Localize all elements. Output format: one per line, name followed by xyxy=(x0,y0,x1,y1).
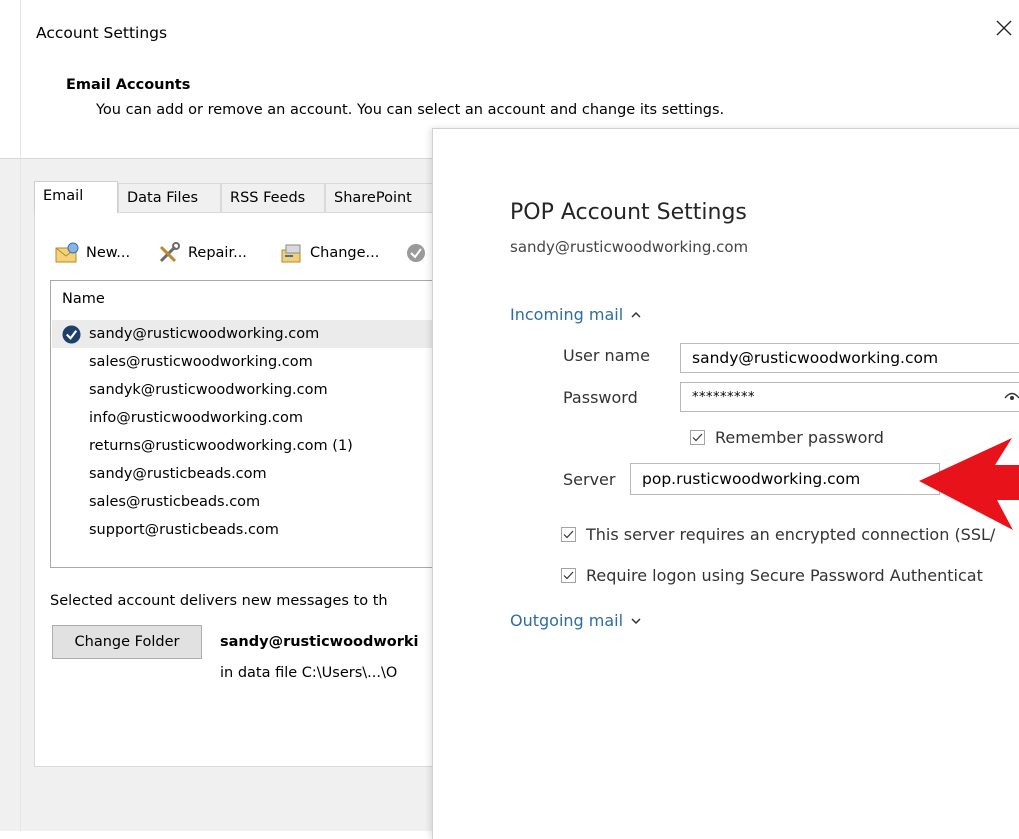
section-description: You can add or remove an account. You ca… xyxy=(96,102,725,118)
dialog-title: Account Settings xyxy=(36,24,168,42)
account-email: sandyk@rusticwoodworking.com xyxy=(89,382,328,398)
account-row[interactable]: returns@rusticwoodworking.com (1) xyxy=(52,432,448,460)
account-email: sales@rusticwoodworking.com xyxy=(89,354,313,370)
delivery-path: in data file C:\Users\...\O xyxy=(220,665,398,681)
list-header-name[interactable]: Name xyxy=(62,291,105,307)
tab-rss-feeds[interactable]: RSS Feeds xyxy=(221,183,325,213)
spa-label: Require logon using Secure Password Auth… xyxy=(586,566,983,585)
close-button[interactable] xyxy=(989,12,1019,44)
account-email: sandy@rusticwoodworking.com xyxy=(89,326,320,342)
tools-icon xyxy=(159,242,180,263)
checkmark-icon xyxy=(692,433,703,442)
window-left-border xyxy=(20,0,21,830)
account-email: support@rusticbeads.com xyxy=(89,522,279,538)
repair-button-label: Repair... xyxy=(188,245,247,261)
account-row[interactable]: info@rusticwoodworking.com xyxy=(52,404,448,432)
checkmark-icon xyxy=(563,571,574,580)
account-row[interactable]: sandy@rusticwoodworking.com xyxy=(52,320,448,348)
user-name-label: User name xyxy=(563,346,650,365)
incoming-mail-toggle[interactable]: Incoming mail xyxy=(510,305,641,324)
outgoing-mail-toggle[interactable]: Outgoing mail xyxy=(510,611,641,630)
new-button-label: New... xyxy=(86,245,131,261)
remember-password-label: Remember password xyxy=(715,428,884,447)
pop-account-email: sandy@rusticwoodworking.com xyxy=(510,238,749,256)
repair-button[interactable]: Repair... xyxy=(158,241,247,265)
outgoing-mail-label: Outgoing mail xyxy=(510,611,624,630)
server-label: Server xyxy=(563,470,616,489)
account-row[interactable]: sales@rusticbeads.com xyxy=(52,488,448,516)
chevron-down-icon xyxy=(631,617,641,624)
change-settings-icon xyxy=(281,244,301,263)
reveal-password-icon[interactable] xyxy=(1004,388,1019,407)
incoming-mail-label: Incoming mail xyxy=(510,305,624,324)
account-email: returns@rusticwoodworking.com (1) xyxy=(89,438,353,454)
change-folder-button[interactable]: Change Folder xyxy=(52,625,202,659)
tab-data-files[interactable]: Data Files xyxy=(118,183,221,213)
chevron-up-icon xyxy=(631,311,641,318)
default-account-check-icon xyxy=(62,324,81,344)
tab-sharepoint[interactable]: SharePoint xyxy=(325,183,435,213)
checkmark-icon xyxy=(563,530,574,539)
pop-settings-title: POP Account Settings xyxy=(510,200,747,225)
new-mail-icon xyxy=(55,242,79,263)
account-email: sales@rusticbeads.com xyxy=(89,494,261,510)
password-label: Password xyxy=(563,388,638,407)
account-row[interactable]: sandy@rusticbeads.com xyxy=(52,460,448,488)
section-title-email-accounts: Email Accounts xyxy=(66,77,191,93)
set-default-icon[interactable] xyxy=(406,243,426,267)
remember-password-checkbox[interactable]: Remember password xyxy=(690,428,884,447)
account-row[interactable]: sales@rusticwoodworking.com xyxy=(52,348,448,376)
account-row[interactable]: support@rusticbeads.com xyxy=(52,516,448,544)
red-arrow-annotation xyxy=(915,430,1019,539)
spa-checkbox[interactable]: Require logon using Secure Password Auth… xyxy=(561,566,983,585)
account-email: info@rusticwoodworking.com xyxy=(89,410,303,426)
ssl-box[interactable] xyxy=(561,527,576,542)
close-icon xyxy=(996,20,1012,36)
server-field[interactable]: pop.rusticwoodworking.com xyxy=(630,463,940,495)
tab-email[interactable]: Email xyxy=(34,181,118,213)
user-name-field[interactable]: sandy@rusticwoodworking.com xyxy=(680,343,1019,373)
new-account-button[interactable]: New... xyxy=(54,241,130,265)
change-button[interactable]: Change... xyxy=(280,241,379,265)
change-button-label: Change... xyxy=(310,245,380,261)
password-field[interactable]: ********* xyxy=(680,382,1019,412)
spa-box[interactable] xyxy=(561,568,576,583)
remember-password-box[interactable] xyxy=(690,430,705,445)
account-row[interactable]: sandyk@rusticwoodworking.com xyxy=(52,376,448,404)
delivery-note: Selected account delivers new messages t… xyxy=(50,593,388,609)
delivery-account: sandy@rusticwoodworki xyxy=(220,634,419,650)
account-email: sandy@rusticbeads.com xyxy=(89,466,267,482)
